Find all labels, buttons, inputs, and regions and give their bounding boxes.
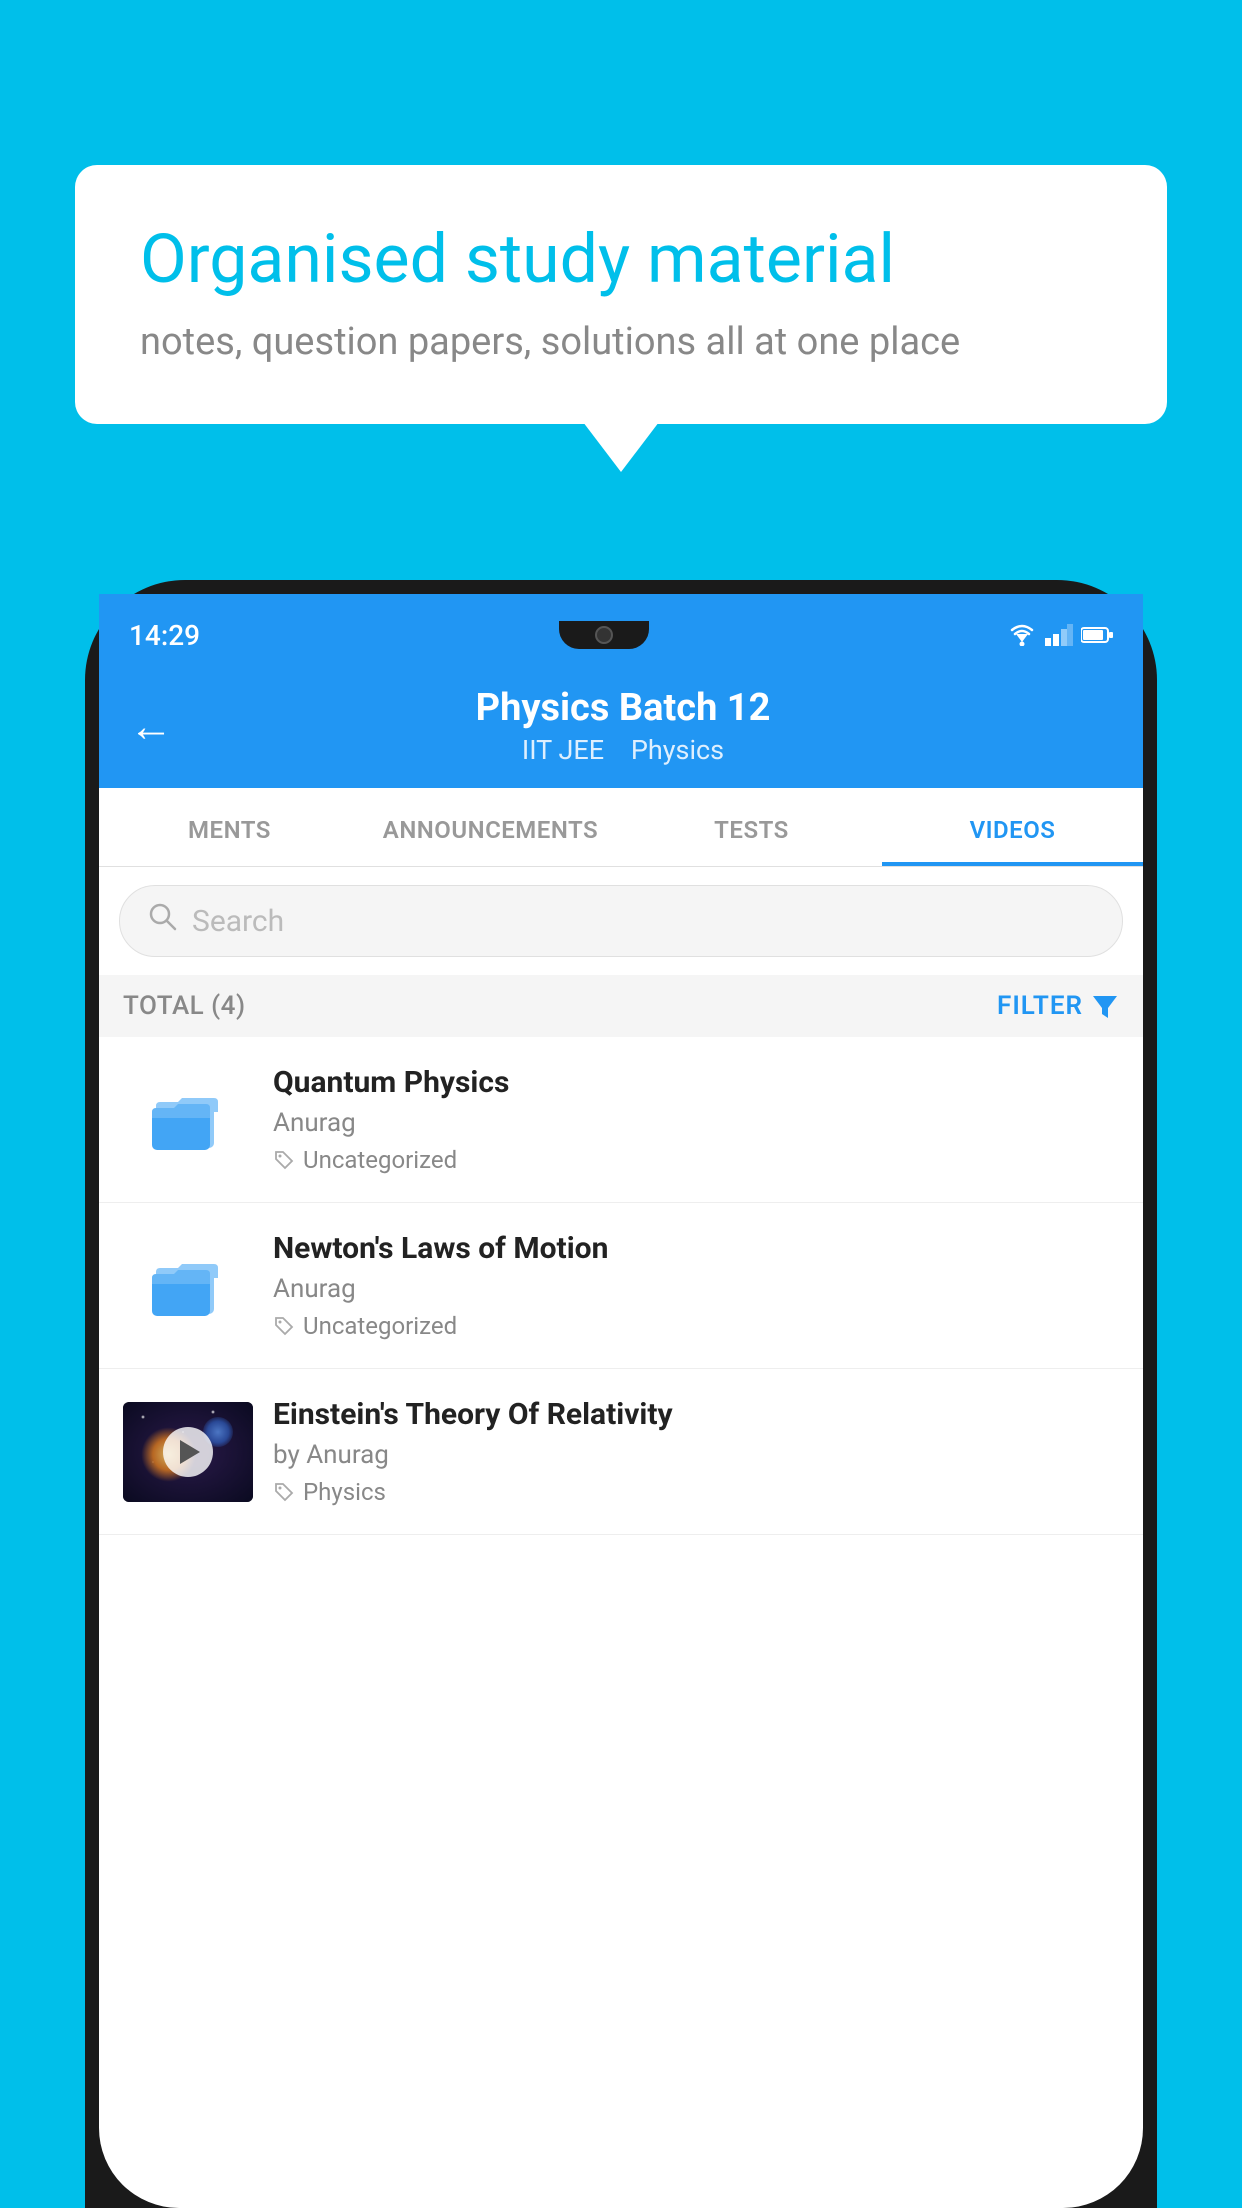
play-button[interactable] bbox=[163, 1427, 213, 1477]
phone-device: 14:29 bbox=[85, 580, 1157, 2208]
headline: Organised study material bbox=[140, 220, 1102, 298]
folder-icon bbox=[148, 1080, 228, 1160]
video-info: Newton's Laws of Motion Anurag Uncategor… bbox=[273, 1231, 1119, 1340]
filter-row: TOTAL (4) FILTER bbox=[99, 975, 1143, 1037]
folder-icon-wrapper bbox=[123, 1070, 253, 1170]
status-bar: 14:29 bbox=[99, 594, 1143, 664]
search-placeholder: Search bbox=[192, 904, 284, 939]
folder-icon bbox=[148, 1246, 228, 1326]
filter-label: FILTER bbox=[997, 991, 1083, 1021]
tag-icon bbox=[273, 1149, 295, 1171]
folder-icon-wrapper bbox=[123, 1236, 253, 1336]
tabs-row: MENTS ANNOUNCEMENTS TESTS VIDEOS bbox=[99, 788, 1143, 867]
video-list: Quantum Physics Anurag Uncategorized bbox=[99, 1037, 1143, 1535]
filter-funnel-icon bbox=[1091, 992, 1119, 1020]
search-icon bbox=[148, 902, 178, 940]
tab-tests[interactable]: TESTS bbox=[621, 788, 882, 866]
video-title: Quantum Physics bbox=[273, 1065, 1119, 1100]
list-item[interactable]: Einstein's Theory Of Relativity by Anura… bbox=[99, 1369, 1143, 1535]
video-title: Newton's Laws of Motion bbox=[273, 1231, 1119, 1266]
speech-bubble-container: Organised study material notes, question… bbox=[75, 165, 1167, 424]
header-title-group: Physics Batch 12 IIT JEE Physics bbox=[193, 686, 1053, 766]
camera-dot bbox=[595, 626, 613, 644]
status-icons bbox=[1007, 624, 1113, 646]
batch-title: Physics Batch 12 bbox=[193, 686, 1053, 730]
total-count: TOTAL (4) bbox=[123, 991, 246, 1021]
video-info: Einstein's Theory Of Relativity by Anura… bbox=[273, 1397, 1119, 1506]
video-tag: Uncategorized bbox=[273, 1146, 1119, 1174]
subtitle-physics: Physics bbox=[631, 734, 724, 766]
signal-icon bbox=[1045, 624, 1073, 646]
tag-icon bbox=[273, 1315, 295, 1337]
speech-bubble: Organised study material notes, question… bbox=[75, 165, 1167, 424]
video-info: Quantum Physics Anurag Uncategorized bbox=[273, 1065, 1119, 1174]
tag-label: Uncategorized bbox=[303, 1146, 457, 1174]
tab-ments[interactable]: MENTS bbox=[99, 788, 360, 866]
filter-button[interactable]: FILTER bbox=[997, 991, 1119, 1021]
tag-label: Physics bbox=[303, 1478, 386, 1506]
back-button[interactable]: ← bbox=[129, 700, 173, 752]
phone-notch bbox=[559, 621, 649, 649]
tag-label: Uncategorized bbox=[303, 1312, 457, 1340]
app-header: ← Physics Batch 12 IIT JEE Physics bbox=[99, 664, 1143, 788]
video-author: Anurag bbox=[273, 1274, 1119, 1304]
wifi-icon bbox=[1007, 624, 1037, 646]
video-author: Anurag bbox=[273, 1108, 1119, 1138]
tab-announcements[interactable]: ANNOUNCEMENTS bbox=[360, 788, 621, 866]
tab-videos[interactable]: VIDEOS bbox=[882, 788, 1143, 866]
video-title: Einstein's Theory Of Relativity bbox=[273, 1397, 1119, 1432]
list-item[interactable]: Quantum Physics Anurag Uncategorized bbox=[99, 1037, 1143, 1203]
video-tag: Uncategorized bbox=[273, 1312, 1119, 1340]
tag-icon bbox=[273, 1481, 295, 1503]
time-display: 14:29 bbox=[129, 619, 200, 652]
subtitle-iitjee: IIT JEE bbox=[522, 734, 604, 766]
list-item[interactable]: Newton's Laws of Motion Anurag Uncategor… bbox=[99, 1203, 1143, 1369]
subtext: notes, question papers, solutions all at… bbox=[140, 320, 1102, 364]
video-thumbnail bbox=[123, 1402, 253, 1502]
phone-screen: ← Physics Batch 12 IIT JEE Physics MENTS… bbox=[99, 664, 1143, 2208]
batch-subtitle: IIT JEE Physics bbox=[193, 734, 1053, 766]
video-author: by Anurag bbox=[273, 1440, 1119, 1470]
battery-icon bbox=[1081, 626, 1113, 644]
search-container: Search bbox=[99, 867, 1143, 975]
video-tag: Physics bbox=[273, 1478, 1119, 1506]
search-bar[interactable]: Search bbox=[119, 885, 1123, 957]
